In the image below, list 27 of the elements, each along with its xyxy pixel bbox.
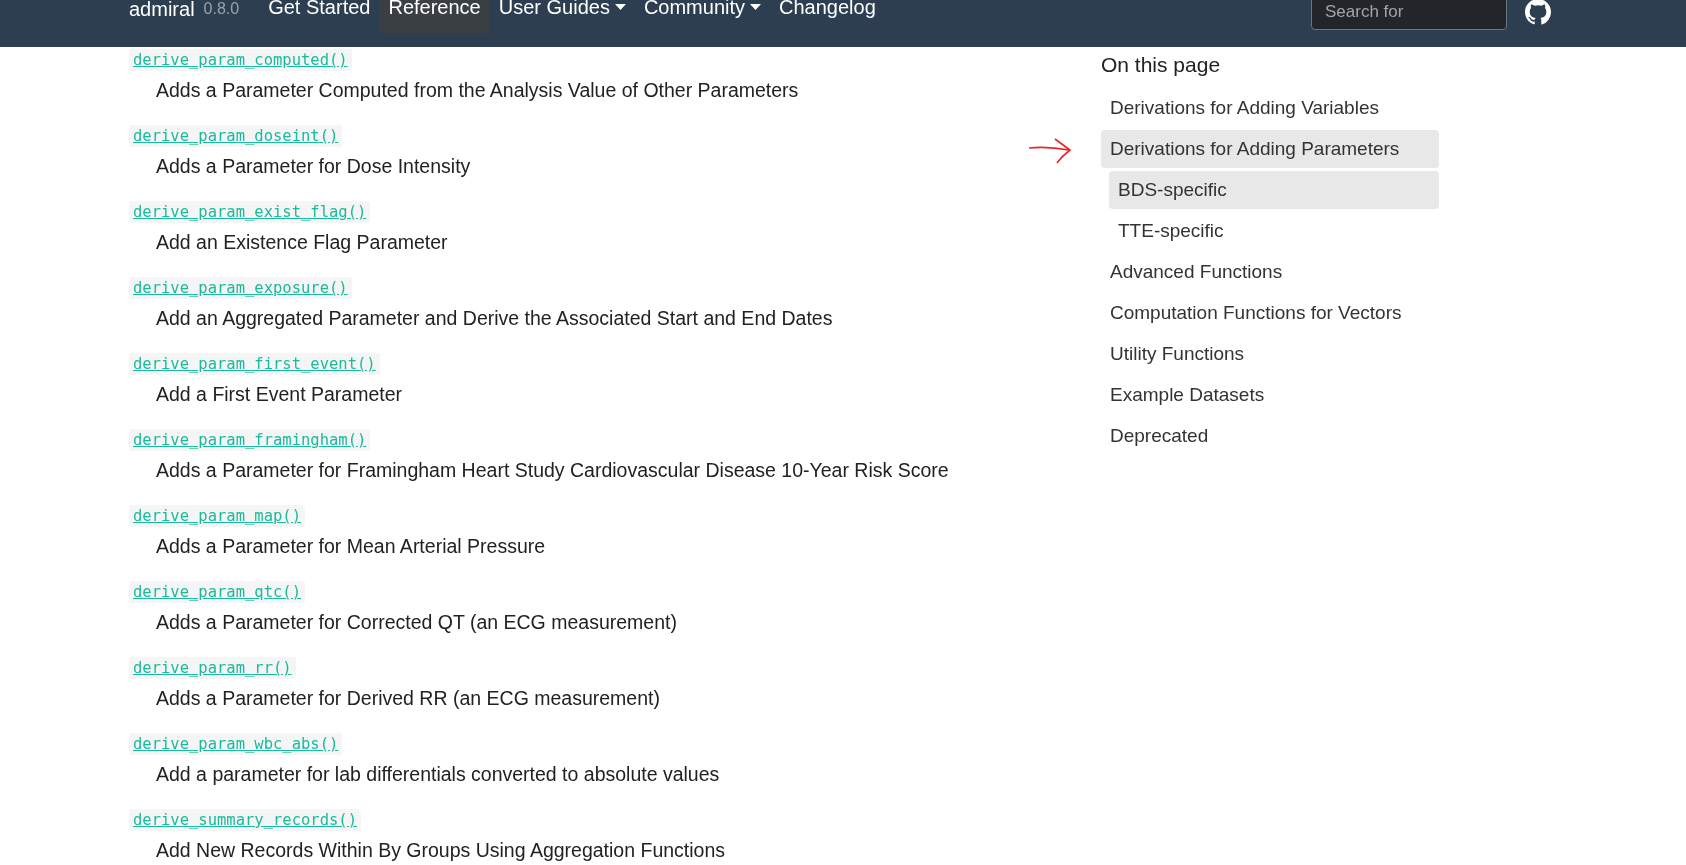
toc-link[interactable]: Utility Functions (1101, 335, 1439, 373)
toc-link[interactable]: Derivations for Adding Variables (1101, 89, 1439, 127)
function-description: Add New Records Within By Groups Using Aggregation Functions (156, 839, 726, 862)
function-description: Add an Aggregated Parameter and Derive the Associated Start and End Dates (156, 307, 833, 330)
toc-link[interactable]: Deprecated (1101, 417, 1439, 455)
function-description: Adds a Parameter for Derived RR (an ECG measurement) (156, 687, 660, 710)
toc-link[interactable]: Computation Functions for Vectors (1101, 294, 1439, 332)
brand-link[interactable]: admiral (129, 0, 195, 21)
github-icon[interactable] (1525, 0, 1551, 25)
function-description: Adds a Parameter for Mean Arterial Pressure (156, 535, 546, 558)
toc-link[interactable]: Derivations for Adding Parameters (1101, 130, 1439, 168)
function-description: Add a First Event Parameter (156, 383, 403, 406)
function-description: Adds a Parameter for Framingham Heart Study Cardiovascular Disease 10-Year Risk Score (156, 459, 949, 482)
function-description: Add an Existence Flag Parameter (156, 231, 448, 254)
caret-icon (614, 3, 626, 11)
toc-link[interactable]: Advanced Functions (1101, 253, 1439, 291)
version-label: 0.8.0 (203, 0, 240, 18)
function-description: Add a parameter for lab differentials converted to absolute values (156, 763, 720, 786)
toc-link[interactable]: BDS-specific (1109, 171, 1439, 209)
toc-heading: On this page (1101, 53, 1222, 77)
caret-icon (750, 3, 762, 11)
toc-link[interactable]: Example Datasets (1101, 376, 1439, 414)
function-description: Adds a Parameter for Corrected QT (an ECG measurement) (156, 611, 677, 634)
toc-link[interactable]: TTE-specific (1109, 212, 1439, 250)
function-description: Adds a Parameter for Dose Intensity (156, 155, 471, 178)
function-description: Adds a Parameter Computed from the Analysis Value of Other Parameters (156, 79, 799, 102)
search-field[interactable]: Search for (1311, 0, 1507, 30)
